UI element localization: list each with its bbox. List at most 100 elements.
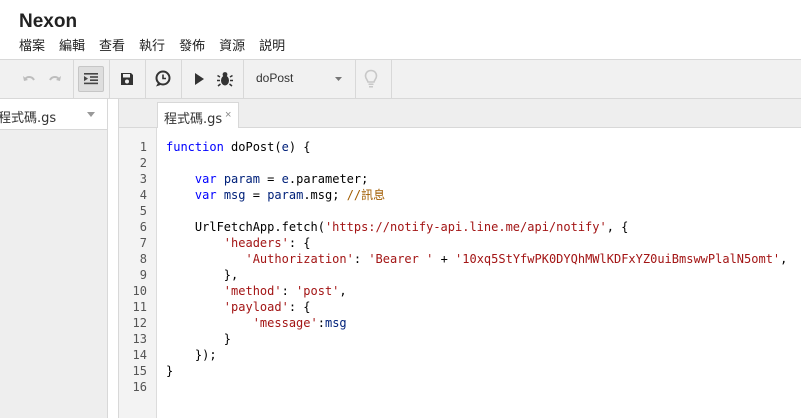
menu-file[interactable]: 檔案	[19, 38, 45, 56]
code-token: 'headers'	[223, 236, 289, 250]
line-number: 12	[132, 316, 147, 330]
debug-button[interactable]	[212, 66, 238, 92]
menu-view[interactable]: 查看	[99, 38, 125, 56]
line-number: 5	[139, 204, 147, 218]
toolbar-divider	[355, 60, 356, 98]
menu-edit[interactable]: 編輯	[59, 38, 85, 56]
code-line: var msg = param.msg; //訊息	[166, 187, 385, 203]
undo-button[interactable]	[16, 66, 42, 92]
file-panel: 程式碼.gs	[0, 99, 108, 418]
panel-gap	[108, 99, 118, 418]
code-editor[interactable]: function doPost(e) { var param = e.param…	[157, 128, 801, 418]
line-number: 3	[139, 172, 147, 186]
code-line: UrlFetchApp.fetch('https://notify-api.li…	[166, 219, 629, 235]
file-item[interactable]: 程式碼.gs	[0, 99, 107, 130]
tab-label: 程式碼.gs	[164, 112, 223, 127]
code-token: param	[267, 188, 304, 202]
code-token: : {	[288, 300, 311, 314]
code-token: ,	[339, 284, 347, 298]
code-token: 'https://notify-api.line.me/api/notify'	[324, 220, 607, 234]
indent-button[interactable]	[78, 66, 104, 92]
code-token: }	[166, 332, 232, 346]
code-token: 'Bearer '	[368, 252, 434, 266]
line-number: 13	[132, 332, 147, 346]
code-line: });	[166, 347, 217, 363]
line-number: 16	[132, 380, 147, 394]
line-number: 7	[139, 236, 147, 250]
line-number: 10	[132, 284, 147, 298]
line-number-gutter: 1 2 3 4 5 6 7 8 9 10 11 12 13 14 15 16	[118, 128, 157, 418]
code-line: 'headers': {	[166, 235, 311, 251]
code-token: },	[166, 268, 239, 282]
line-number: 15	[132, 364, 147, 378]
code-token: =	[245, 188, 268, 202]
code-line: function doPost(e) {	[166, 139, 311, 155]
code-token: param	[223, 172, 260, 186]
toolbar-divider	[145, 60, 146, 98]
run-button[interactable]	[186, 66, 212, 92]
code-token: 'method'	[223, 284, 282, 298]
toolbar: doPost	[0, 59, 801, 99]
redo-button[interactable]	[42, 66, 68, 92]
indent-icon	[84, 73, 98, 85]
code-token: ) {	[288, 140, 311, 154]
code-line: 'payload': {	[166, 299, 311, 315]
code-token: msg	[324, 316, 347, 330]
code-token: });	[166, 348, 217, 362]
file-item-label: 程式碼.gs	[0, 111, 57, 126]
code-token: :	[353, 252, 369, 266]
line-number: 8	[139, 252, 147, 266]
code-token: +	[433, 252, 456, 266]
code-token: , {	[606, 220, 629, 234]
code-token: UrlFetchApp.fetch(	[166, 220, 325, 234]
code-token: ,	[780, 252, 788, 266]
menu-run[interactable]: 執行	[139, 38, 165, 56]
code-token: e	[281, 140, 289, 154]
toolbar-divider	[181, 60, 182, 98]
save-button[interactable]	[114, 66, 140, 92]
code-token: msg	[223, 188, 246, 202]
debug-bug-icon	[217, 72, 233, 87]
code-token: .parameter;	[288, 172, 369, 186]
code-token: }	[166, 364, 174, 378]
run-icon	[195, 73, 204, 85]
tab-code-gs[interactable]: 程式碼.gs ×	[157, 102, 239, 128]
code-line: }	[166, 331, 231, 347]
save-icon	[121, 73, 133, 85]
menu-publish[interactable]: 發佈	[179, 38, 205, 56]
code-token: var	[194, 172, 217, 186]
code-token: :	[281, 284, 297, 298]
menu-help[interactable]: 説明	[259, 38, 285, 56]
lightbulb-icon	[364, 69, 378, 88]
code-line: var param = e.parameter;	[166, 171, 368, 187]
code-token: var	[194, 188, 217, 202]
caret-down-icon	[335, 77, 342, 81]
code-token: doPost(	[223, 140, 282, 154]
line-number: 6	[139, 220, 147, 234]
code-token: .msg;	[303, 188, 347, 202]
code-token: =	[259, 172, 282, 186]
line-number: 2	[139, 156, 147, 170]
code-line: },	[166, 267, 238, 283]
function-select-value: doPost	[256, 71, 294, 85]
code-line: 'Authorization': 'Bearer ' + '10xq5StYfw…	[166, 251, 787, 267]
triggers-button[interactable]	[150, 66, 176, 92]
code-token: 'Authorization'	[245, 252, 354, 266]
code-token: e	[281, 172, 289, 186]
code-line: }	[166, 363, 173, 379]
line-number: 11	[132, 300, 147, 314]
toolbar-divider	[109, 60, 110, 98]
function-select[interactable]: doPost	[245, 60, 353, 98]
close-icon[interactable]: ×	[225, 109, 231, 121]
lightbulb-button[interactable]	[358, 66, 384, 92]
menu-resources[interactable]: 資源	[219, 38, 245, 56]
code-token: 'payload'	[223, 300, 289, 314]
line-number: 4	[139, 188, 147, 202]
caret-down-icon[interactable]	[87, 112, 95, 117]
redo-icon	[49, 76, 61, 81]
